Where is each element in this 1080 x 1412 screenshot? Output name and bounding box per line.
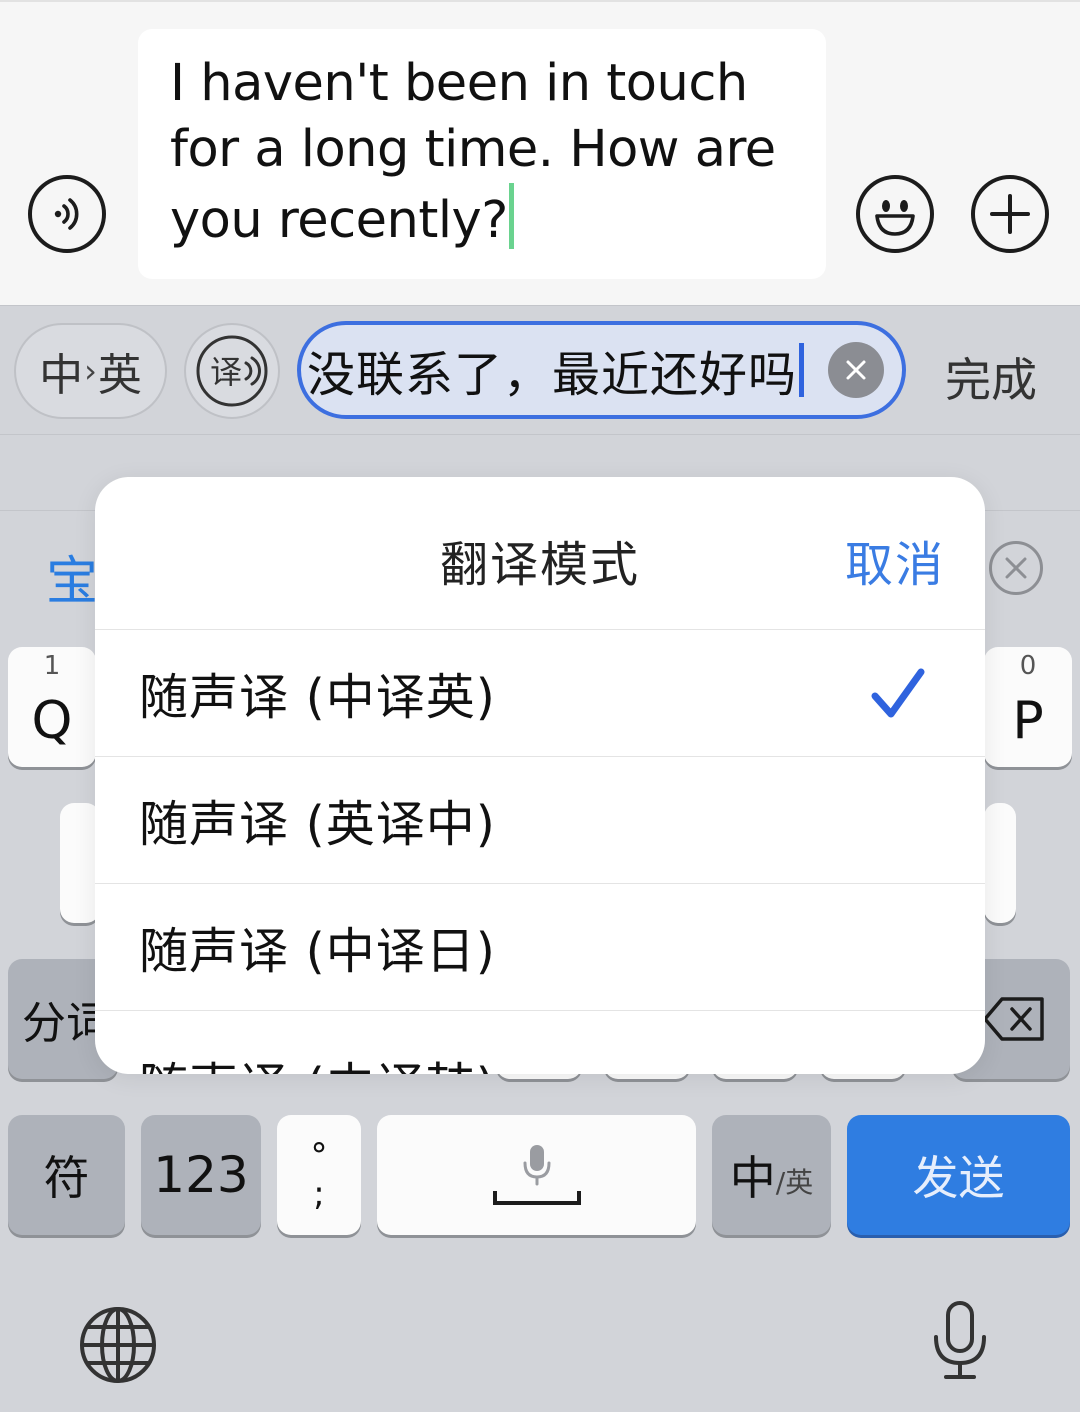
- translate-glyph: 译: [210, 353, 242, 391]
- punct-bottom: ;: [313, 1174, 325, 1214]
- space-key[interactable]: [377, 1115, 696, 1235]
- key-p-label: P: [1012, 691, 1044, 751]
- space-bar-icon: [492, 1191, 581, 1205]
- numbers-key[interactable]: 123: [141, 1115, 261, 1235]
- dictation-button[interactable]: [928, 1299, 992, 1387]
- message-text: I haven't been in touch for a long time.…: [170, 54, 776, 250]
- translate-mode-icon: 译: [196, 335, 268, 407]
- microphone-icon: [523, 1145, 550, 1186]
- mode-option-zh-ko[interactable]: 随声译 (中译韩): [95, 1011, 985, 1074]
- translate-input-text: 没联系了，最近还好吗: [307, 347, 798, 403]
- checkmark-icon: [871, 668, 925, 718]
- screen: I haven't been in touch for a long time.…: [0, 0, 1080, 1412]
- switch-keyboard-button[interactable]: [78, 1305, 158, 1389]
- dialog-header: 翻译模式 取消: [95, 477, 985, 630]
- candidate-item[interactable]: 宝: [46, 539, 98, 614]
- target-language: 英: [97, 350, 142, 401]
- clear-input-button[interactable]: [828, 342, 884, 398]
- translation-mode-dialog: 翻译模式 取消 随声译 (中译英) 随声译 (英译中) 随声译 (中译日) 随声…: [95, 477, 985, 1074]
- mode-option-label: 随声译 (中译韩): [139, 1047, 496, 1074]
- language-switch-key[interactable]: 中 /英: [712, 1115, 831, 1235]
- voice-message-icon: [54, 198, 79, 230]
- language-switch-en: /英: [775, 1166, 814, 1199]
- more-options-button[interactable]: [971, 175, 1049, 253]
- mode-option-label: 随声译 (英译中): [139, 795, 496, 853]
- clear-icon: [846, 360, 866, 380]
- mode-option-zh-en[interactable]: 随声译 (中译英): [95, 630, 985, 757]
- key-p-hint: 0: [1019, 651, 1037, 681]
- punctuation-key[interactable]: ° ;: [277, 1115, 361, 1235]
- plus-icon: [990, 194, 1030, 234]
- language-direction-button[interactable]: 中 › 英: [14, 323, 167, 419]
- system-keyboard-bar: [0, 1245, 1080, 1412]
- cancel-button[interactable]: 取消: [845, 525, 945, 595]
- translate-mode-button[interactable]: 译: [184, 323, 280, 419]
- symbols-key[interactable]: 符: [8, 1115, 125, 1235]
- close-circle-icon: [1005, 557, 1027, 579]
- backspace-icon: [983, 997, 1044, 1041]
- translate-caret: [799, 343, 805, 397]
- mode-option-label: 随声译 (中译日): [139, 922, 496, 980]
- language-switch-zh: 中: [729, 1151, 776, 1205]
- key-q[interactable]: 1 Q: [8, 647, 96, 767]
- emoji-button[interactable]: [856, 175, 934, 253]
- done-button[interactable]: 完成: [945, 344, 1037, 410]
- mode-option-en-zh[interactable]: 随声译 (英译中): [95, 757, 985, 884]
- key-a[interactable]: [60, 803, 100, 923]
- voice-toggle-button[interactable]: [28, 175, 106, 253]
- message-input[interactable]: I haven't been in touch for a long time.…: [138, 29, 826, 279]
- send-button[interactable]: 发送: [847, 1115, 1070, 1235]
- dictation-icon: [934, 1301, 986, 1379]
- text-caret: [508, 183, 514, 249]
- close-candidates-button[interactable]: [989, 541, 1043, 595]
- key-p[interactable]: 0 P: [984, 647, 1072, 767]
- punct-top: °: [310, 1136, 328, 1176]
- source-language: 中: [39, 350, 84, 401]
- key-q-label: Q: [31, 691, 73, 751]
- translate-toolbar: 中 › 英 译 没联系了，最近还好吗 完成: [0, 305, 1080, 435]
- direction-arrow: ›: [84, 352, 97, 390]
- globe-icon: [80, 1307, 156, 1383]
- emoji-icon: [875, 200, 915, 236]
- mode-option-zh-ja[interactable]: 随声译 (中译日): [95, 884, 985, 1011]
- key-l[interactable]: [984, 803, 1016, 923]
- key-q-hint: 1: [43, 651, 61, 681]
- translate-input[interactable]: 没联系了，最近还好吗: [297, 321, 906, 419]
- chat-input-bar: I haven't been in touch for a long time.…: [0, 0, 1080, 305]
- mode-option-label: 随声译 (中译英): [139, 668, 496, 726]
